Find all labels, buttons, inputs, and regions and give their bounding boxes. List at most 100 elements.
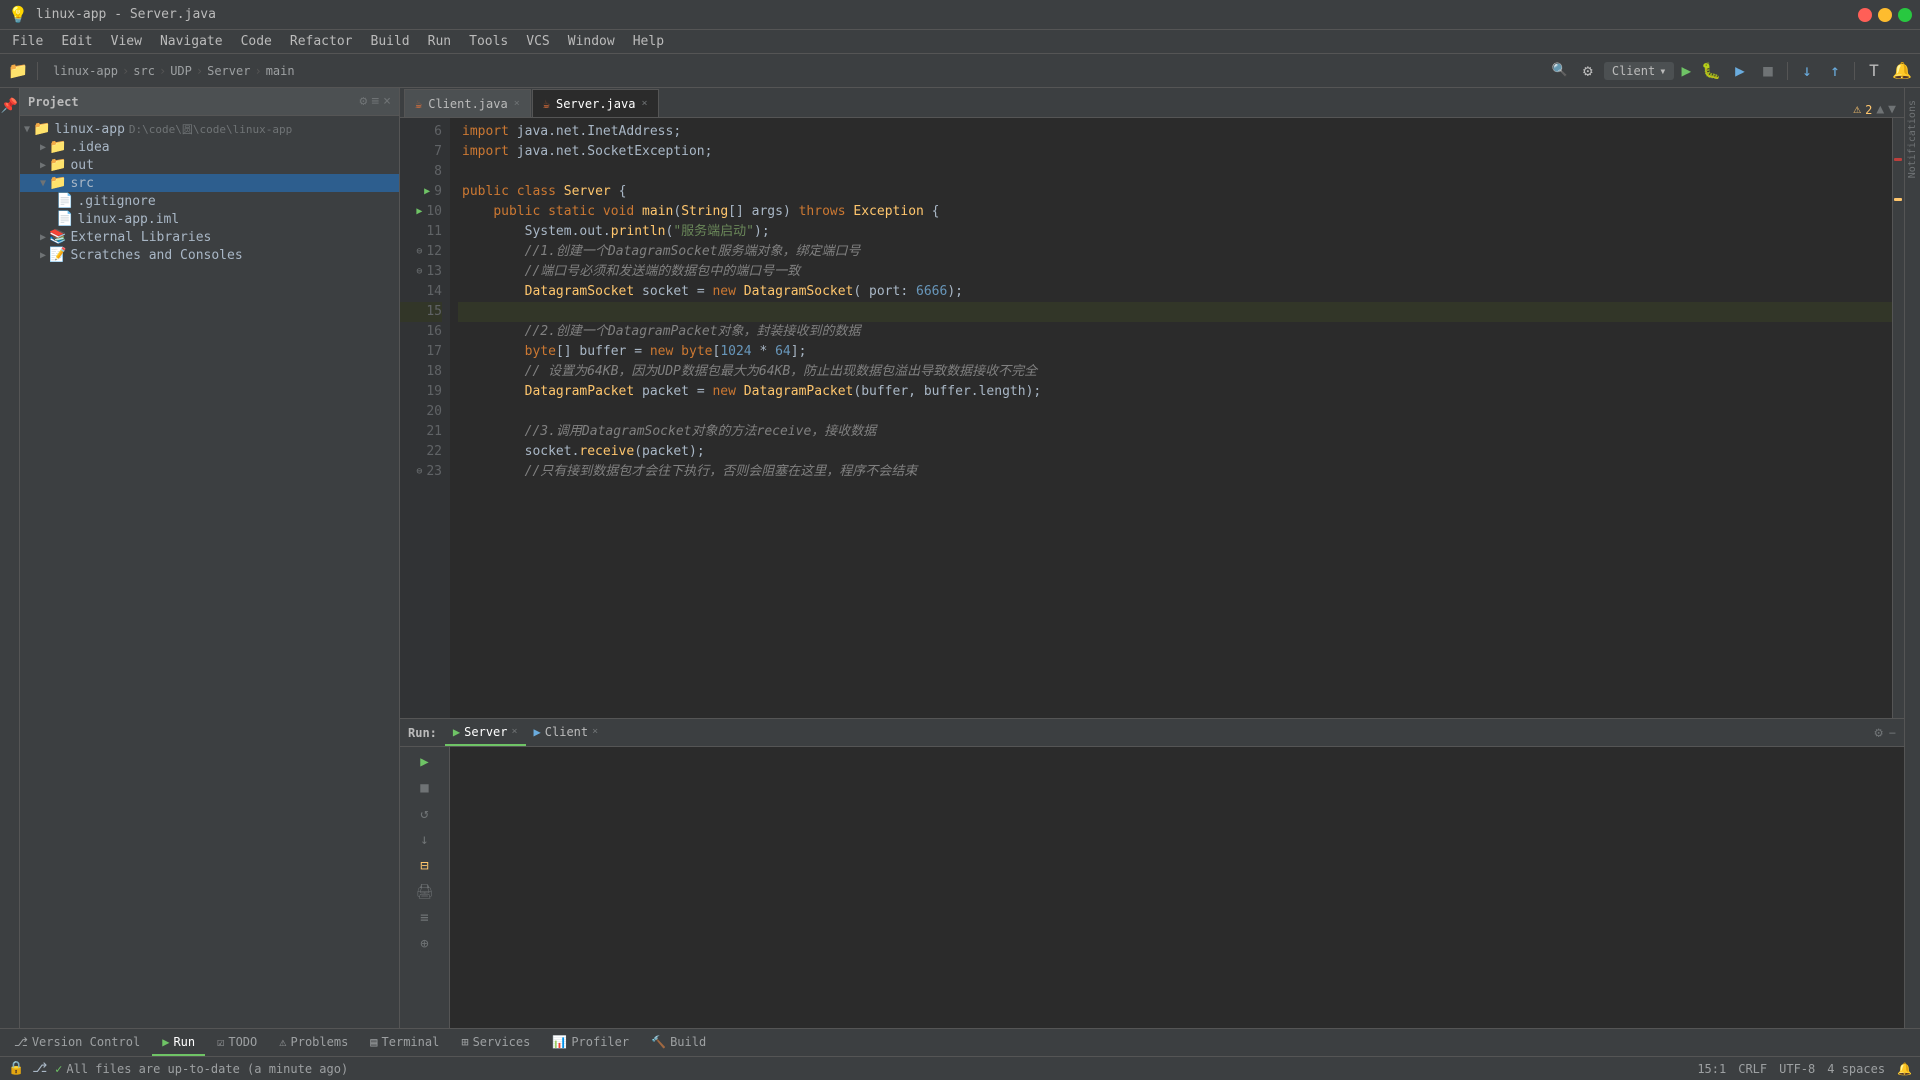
notifications-btn[interactable]: 🔔 xyxy=(1890,59,1914,83)
vcs-commit-btn[interactable]: ↑ xyxy=(1823,59,1847,83)
notifications-status[interactable]: 🔔 xyxy=(1897,1062,1912,1076)
run-filter-btn[interactable]: ⊟ xyxy=(414,855,436,877)
menu-tools[interactable]: Tools xyxy=(461,32,516,51)
run-client-close[interactable]: × xyxy=(592,726,598,737)
menu-navigate[interactable]: Navigate xyxy=(152,32,231,51)
settings-btn[interactable]: ⚙ xyxy=(1576,59,1600,83)
project-layout-icon[interactable]: ≡ xyxy=(371,94,379,109)
menu-edit[interactable]: Edit xyxy=(53,32,100,51)
line-ending[interactable]: CRLF xyxy=(1738,1062,1767,1076)
tree-item-out[interactable]: ▶ 📁 out xyxy=(20,156,399,174)
search-everywhere-btn[interactable]: 🔍 xyxy=(1548,59,1572,83)
toolbar-separator xyxy=(37,62,38,80)
breadcrumb-app[interactable]: linux-app xyxy=(53,64,118,78)
tree-item-root[interactable]: ▼ 📁 linux-app D:\code\圆\code\linux-app xyxy=(20,120,399,138)
tab-server-close[interactable]: × xyxy=(641,98,647,109)
fold-btn-13[interactable]: ⊖ xyxy=(416,262,422,282)
menu-window[interactable]: Window xyxy=(560,32,623,51)
run-panel-minimize[interactable]: − xyxy=(1889,726,1896,740)
run-scroll-btn[interactable]: ↓ xyxy=(414,829,436,851)
tree-item-iml[interactable]: 📄 linux-app.iml xyxy=(20,210,399,228)
tree-item-src[interactable]: ▼ 📁 src xyxy=(20,174,399,192)
tab-client-java[interactable]: ☕ Client.java × xyxy=(404,89,531,117)
tree-item-scratches[interactable]: ▶ 📝 Scratches and Consoles xyxy=(20,246,399,264)
tree-item-idea[interactable]: ▶ 📁 .idea xyxy=(20,138,399,156)
menu-code[interactable]: Code xyxy=(233,32,280,51)
tree-label-external: External Libraries xyxy=(70,230,211,245)
run-play-btn[interactable]: ▶ xyxy=(414,751,436,773)
run-settings2-btn[interactable]: ≡ xyxy=(414,907,436,929)
code-line-9: public class Server { xyxy=(458,182,1892,202)
menu-view[interactable]: View xyxy=(103,32,150,51)
run-rerun-btn[interactable]: ↺ xyxy=(414,803,436,825)
tree-label-src: src xyxy=(70,176,93,191)
code-line-7: import java.net.SocketException; xyxy=(458,142,1892,162)
encoding[interactable]: UTF-8 xyxy=(1779,1062,1815,1076)
warning-indicator: ⚠ 2 ▲ ▼ xyxy=(1853,102,1904,117)
code-line-16: //2.创建一个DatagramPacket对象，封装接收到的数据 xyxy=(458,322,1892,342)
debug-button[interactable]: 🐛 xyxy=(1698,61,1724,80)
run-tab-client[interactable]: ▶ Client × xyxy=(526,720,607,746)
scroll-up-icon[interactable]: ▲ xyxy=(1876,102,1884,117)
run-tab-server[interactable]: ▶ Server × xyxy=(445,720,526,746)
menu-help[interactable]: Help xyxy=(625,32,672,51)
toolbar: 📁 linux-app › src › UDP › Server › main … xyxy=(0,54,1920,88)
menu-file[interactable]: File xyxy=(4,32,51,51)
run-external-btn[interactable]: ⊕ xyxy=(414,933,436,955)
run-print-btn[interactable]: 🖨 xyxy=(414,881,436,903)
line-num-8: 8 xyxy=(400,162,442,182)
project-gear-icon[interactable]: ⚙ xyxy=(360,94,368,109)
scroll-down-icon[interactable]: ▼ xyxy=(1888,102,1896,117)
tree-item-gitignore[interactable]: 📄 .gitignore xyxy=(20,192,399,210)
cursor-position[interactable]: 15:1 xyxy=(1697,1062,1726,1076)
project-close-icon[interactable]: × xyxy=(383,94,391,109)
vcs-update-btn[interactable]: ↓ xyxy=(1795,59,1819,83)
menu-build[interactable]: Build xyxy=(363,32,418,51)
indent-settings[interactable]: 4 spaces xyxy=(1827,1062,1885,1076)
run-btn-9[interactable]: ▶ xyxy=(424,182,430,202)
version-control-tab[interactable]: ⎇ Version Control xyxy=(4,1030,150,1056)
tab-client-close[interactable]: × xyxy=(514,98,520,109)
run-config-selector[interactable]: Client ▾ xyxy=(1604,62,1675,80)
todo-tab[interactable]: ☑ TODO xyxy=(207,1030,267,1056)
translate-btn[interactable]: T xyxy=(1862,59,1886,83)
run-panel-settings[interactable]: ⚙ xyxy=(1874,725,1882,741)
run-client-icon: ▶ xyxy=(534,725,541,739)
project-structure-btn[interactable]: 📁 xyxy=(6,59,30,83)
code-line-14: DatagramSocket socket = new DatagramSock… xyxy=(458,282,1892,302)
run-with-coverage-btn[interactable]: ▶ xyxy=(1728,59,1752,83)
services-tab[interactable]: ⊞ Services xyxy=(451,1030,540,1056)
breadcrumb-server[interactable]: Server xyxy=(207,64,250,78)
run-stop-btn[interactable]: ■ xyxy=(414,777,436,799)
run-tab[interactable]: ▶ Run xyxy=(152,1030,205,1056)
menu-refactor[interactable]: Refactor xyxy=(282,32,361,51)
breadcrumb-main[interactable]: main xyxy=(266,64,295,78)
profiler-tab[interactable]: 📊 Profiler xyxy=(542,1030,639,1056)
breadcrumb-src[interactable]: src xyxy=(133,64,155,78)
fold-btn-23[interactable]: ⊖ xyxy=(416,462,422,482)
tree-arrow-idea: ▶ xyxy=(40,142,46,153)
fold-btn-12[interactable]: ⊖ xyxy=(416,242,422,262)
build-label: Build xyxy=(670,1035,706,1049)
close-button[interactable] xyxy=(1858,8,1872,22)
build-tab[interactable]: 🔨 Build xyxy=(641,1030,716,1056)
code-editor[interactable]: import java.net.InetAddress; import java… xyxy=(450,118,1892,718)
terminal-tab[interactable]: ▤ Terminal xyxy=(360,1030,449,1056)
breadcrumb-udp[interactable]: UDP xyxy=(170,64,192,78)
line-num-21: 21 xyxy=(400,422,442,442)
run-button[interactable]: ▶ xyxy=(1678,61,1694,80)
menu-vcs[interactable]: VCS xyxy=(518,32,557,51)
tree-item-external[interactable]: ▶ 📚 External Libraries xyxy=(20,228,399,246)
stop-btn[interactable]: ■ xyxy=(1756,59,1780,83)
menu-run[interactable]: Run xyxy=(420,32,459,51)
tab-server-label: Server.java xyxy=(556,97,635,111)
run-server-close[interactable]: × xyxy=(512,726,518,737)
maximize-button[interactable] xyxy=(1898,8,1912,22)
toolbar-sep-2 xyxy=(1787,62,1788,80)
code-line-22: socket.receive(packet); xyxy=(458,442,1892,462)
run-btn-10[interactable]: ▶ xyxy=(416,202,422,222)
problems-tab[interactable]: ⚠ Problems xyxy=(269,1030,358,1056)
tab-server-java[interactable]: ☕ Server.java × xyxy=(532,89,659,117)
minimize-button[interactable] xyxy=(1878,8,1892,22)
left-icon-1[interactable]: 📌 xyxy=(2,92,18,117)
